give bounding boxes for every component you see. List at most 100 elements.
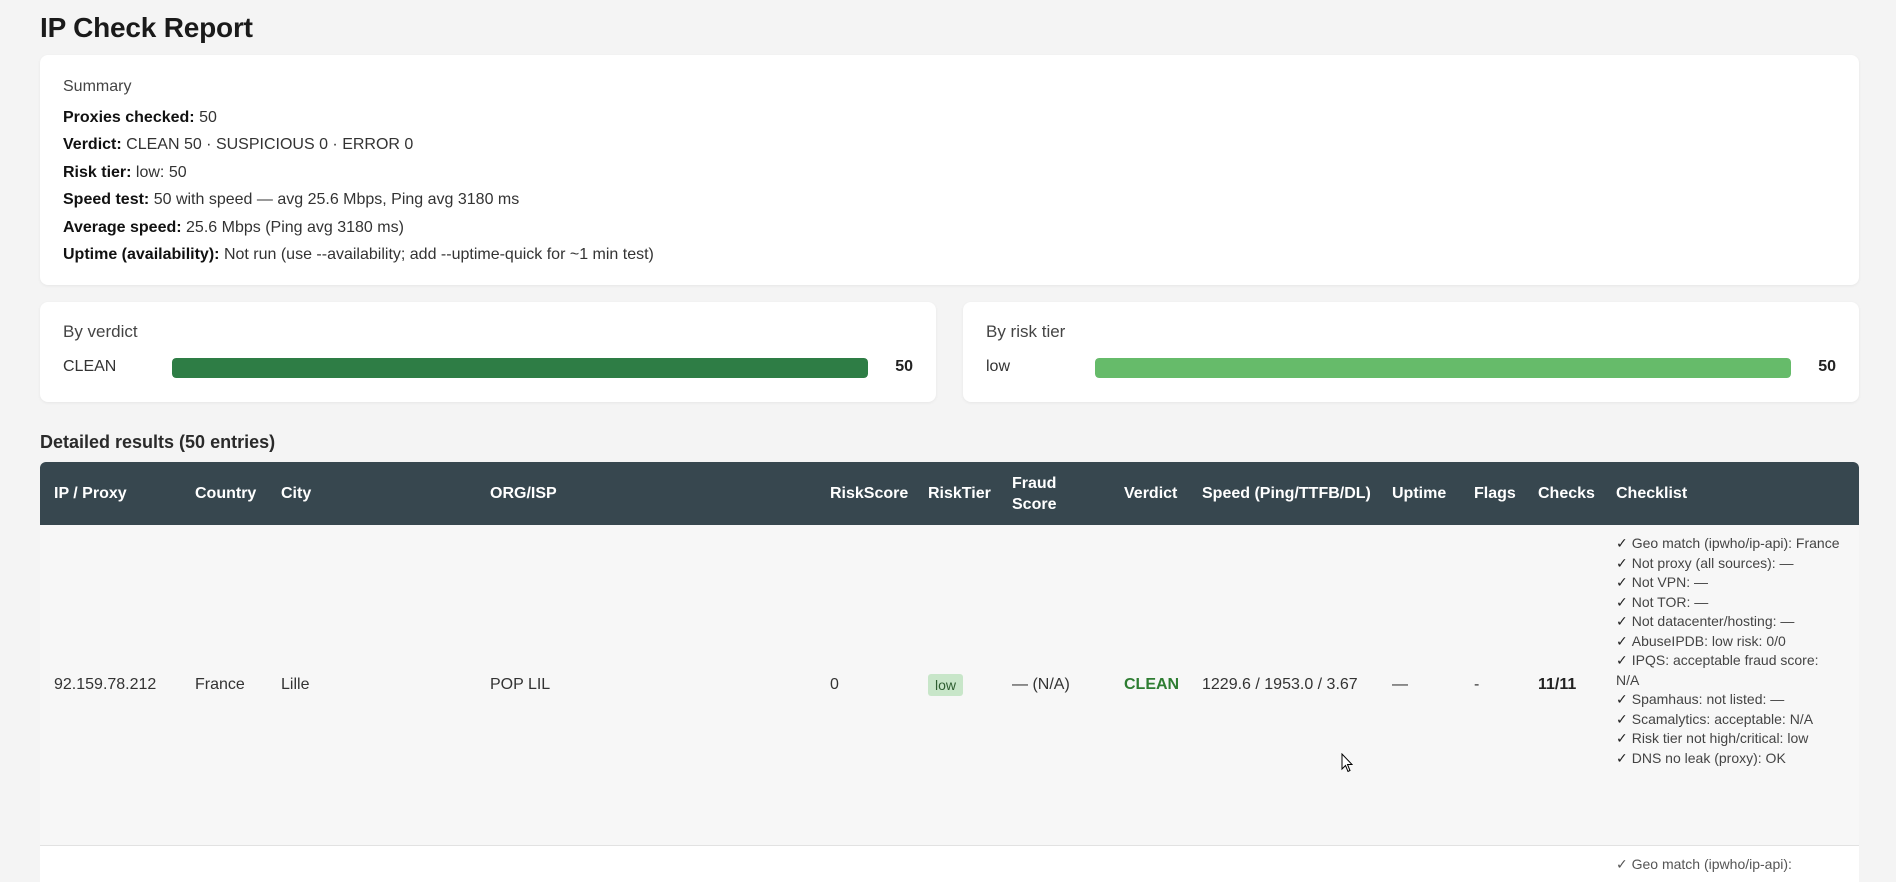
check-icon: ✓: [1616, 730, 1628, 746]
details-title: Detailed results (50 entries): [40, 432, 276, 452]
summary-label: Proxies checked:: [63, 108, 195, 126]
check-icon: ✓: [1616, 574, 1628, 590]
checklist-item: ✓ Not proxy (all sources): —: [1616, 554, 1841, 574]
checklist-item: ✓ Spamhaus: not listed: —: [1616, 690, 1841, 710]
checklist-item: ✓ Not datacenter/hosting: —: [1616, 612, 1841, 632]
check-icon: ✓: [1616, 535, 1628, 551]
summary-label: Average speed:: [63, 218, 182, 236]
cell-riskscore: 0: [830, 676, 839, 693]
cell-checks: 11/11: [1538, 676, 1577, 693]
checklist-text: Spamhaus: not listed: —: [1631, 691, 1785, 707]
check-icon: ✓: [1616, 749, 1628, 766]
by-risk-title: By risk tier: [986, 322, 1066, 341]
summary-value: 25.6 Mbps (Ping avg 3180 ms): [186, 218, 404, 236]
col-header-ip[interactable]: IP / Proxy: [54, 462, 127, 525]
summary-label: Uptime (availability):: [63, 246, 220, 263]
checklist-item: ✓ Risk tier not high/critical: low: [1616, 729, 1841, 749]
summary-label: Speed test:: [63, 191, 150, 208]
cell-speed: 1229.6 / 1953.0 / 3.67: [1202, 676, 1358, 693]
checklist-text: AbuseIPDB: low risk: 0/0: [1631, 632, 1786, 649]
cell-risktier: low: [928, 525, 964, 845]
results-table: IP / Proxy Country City ORG/ISP RiskScor…: [40, 462, 1859, 882]
col-header-riskscore[interactable]: RiskScore: [830, 462, 908, 525]
summary-card: Summary Proxies checked: 50 Verdict: CLE…: [40, 55, 1859, 285]
cell-fraud-score: — (N/A): [1012, 676, 1070, 693]
col-header-org[interactable]: ORG/ISP: [490, 462, 557, 525]
summary-value: 50: [199, 108, 217, 126]
col-header-uptime[interactable]: Uptime: [1392, 462, 1446, 525]
check-icon: ✓: [1616, 710, 1628, 727]
checklist-item: ✓ AbuseIPDB: low risk: 0/0: [1616, 632, 1841, 652]
checklist-item: ✓ Not TOR: —: [1616, 593, 1841, 613]
summary-line: Proxies checked: 50: [63, 104, 1836, 132]
check-icon: ✓: [1616, 613, 1628, 629]
cell-ip: 92.159.78.212: [54, 676, 157, 693]
summary-value: CLEAN 50 · SUSPICIOUS 0 · ERROR 0: [126, 136, 414, 153]
col-header-checks[interactable]: Checks: [1538, 462, 1595, 525]
table-row: 92.159.78.212 France Lille POP LIL 0 low…: [40, 525, 1859, 846]
by-verdict-title: By verdict: [63, 322, 138, 341]
cell-city: Lille: [281, 676, 310, 693]
table-row: ✓ Geo match (ipwho/ip-api):: [40, 846, 1859, 882]
col-header-country[interactable]: Country: [195, 462, 256, 525]
summary-line: Average speed: 25.6 Mbps (Ping avg 3180 …: [63, 214, 1836, 242]
check-icon: ✓: [1616, 691, 1628, 707]
checklist-text: Not datacenter/hosting: —: [1631, 613, 1795, 629]
bar-track: [1095, 358, 1791, 378]
table-header: IP / Proxy Country City ORG/ISP RiskScor…: [40, 462, 1859, 525]
cell-verdict: CLEAN: [1124, 676, 1180, 693]
checklist-text: Risk tier not high/critical: low: [1631, 730, 1809, 746]
checklist-item: ✓ Geo match (ipwho/ip-api): France: [1616, 534, 1841, 554]
bar-fill: [172, 358, 868, 378]
cell-org: POP LIL: [490, 676, 551, 693]
page-title: IP Check Report: [40, 12, 253, 43]
bar-count: 50: [895, 358, 913, 375]
checklist-text: Scamalytics: acceptable: N/A: [1631, 710, 1814, 727]
bar-label: low: [986, 358, 1011, 375]
summary-line: Risk tier: low: 50: [63, 159, 1836, 187]
col-header-risktier[interactable]: RiskTier: [928, 462, 991, 525]
checklist-text: Geo match (ipwho/ip-api): France: [1631, 535, 1840, 551]
summary-title: Summary: [63, 78, 132, 95]
by-verdict-card: By verdict CLEAN 50: [40, 302, 936, 402]
checklist-text: Not proxy (all sources): —: [1631, 554, 1794, 571]
checklist-item: ✓ IPQS: acceptable fraud score: N/A: [1616, 651, 1841, 690]
bar-track: [172, 358, 868, 378]
checklist-item: ✓ Not VPN: —: [1616, 573, 1841, 593]
bar-count: 50: [1818, 358, 1836, 375]
check-icon: ✓: [1616, 652, 1628, 668]
bar-label: CLEAN: [63, 358, 117, 375]
check-icon: ✓: [1616, 632, 1628, 649]
checklist-text: Not VPN: —: [1631, 574, 1708, 590]
col-header-speed[interactable]: Speed (Ping/TTFB/DL): [1202, 462, 1371, 525]
checklist-item-partial: ✓ Geo match (ipwho/ip-api):: [1616, 856, 1792, 872]
summary-label: Verdict:: [63, 136, 122, 153]
summary-value: low: 50: [135, 163, 187, 181]
by-risk-card: By risk tier low 50: [963, 302, 1859, 402]
summary-value: Not run (use --availability; add --uptim…: [223, 246, 654, 263]
checklist-text: DNS no leak (proxy): OK: [1631, 749, 1786, 766]
cell-country: France: [195, 676, 245, 693]
checklist: ✓ Geo match (ipwho/ip-api): France ✓ Not p…: [1616, 534, 1841, 768]
checklist-item: ✓ Scamalytics: acceptable: N/A: [1616, 710, 1841, 730]
col-header-verdict[interactable]: Verdict: [1124, 462, 1177, 525]
bar-fill: [1095, 358, 1791, 378]
mouse-cursor-icon: [1341, 753, 1353, 773]
col-header-flags[interactable]: Flags: [1474, 462, 1516, 525]
col-header-checklist[interactable]: Checklist: [1616, 462, 1687, 525]
check-icon: ✓: [1616, 593, 1628, 610]
check-icon: ✓: [1616, 554, 1628, 571]
cell-flags: -: [1474, 676, 1480, 693]
checklist-text: IPQS: acceptable fraud score: N/A: [1616, 652, 1819, 688]
cell-uptime: —: [1392, 676, 1408, 693]
risk-tier-badge: low: [928, 674, 964, 696]
checklist-text: Not TOR: —: [1631, 593, 1709, 610]
summary-label: Risk tier:: [63, 163, 132, 181]
summary-line: Verdict: CLEAN 50 · SUSPICIOUS 0 · ERROR…: [63, 131, 1836, 159]
summary-line: Uptime (availability): Not run (use --av…: [63, 241, 1836, 269]
summary-line: Speed test: 50 with speed — avg 25.6 Mbp…: [63, 186, 1836, 214]
col-header-fraud-score[interactable]: Fraud Score: [1012, 462, 1072, 525]
summary-value: 50 with speed — avg 25.6 Mbps, Ping avg …: [153, 191, 520, 208]
checklist-item: ✓ DNS no leak (proxy): OK: [1616, 749, 1841, 769]
col-header-city[interactable]: City: [281, 462, 311, 525]
